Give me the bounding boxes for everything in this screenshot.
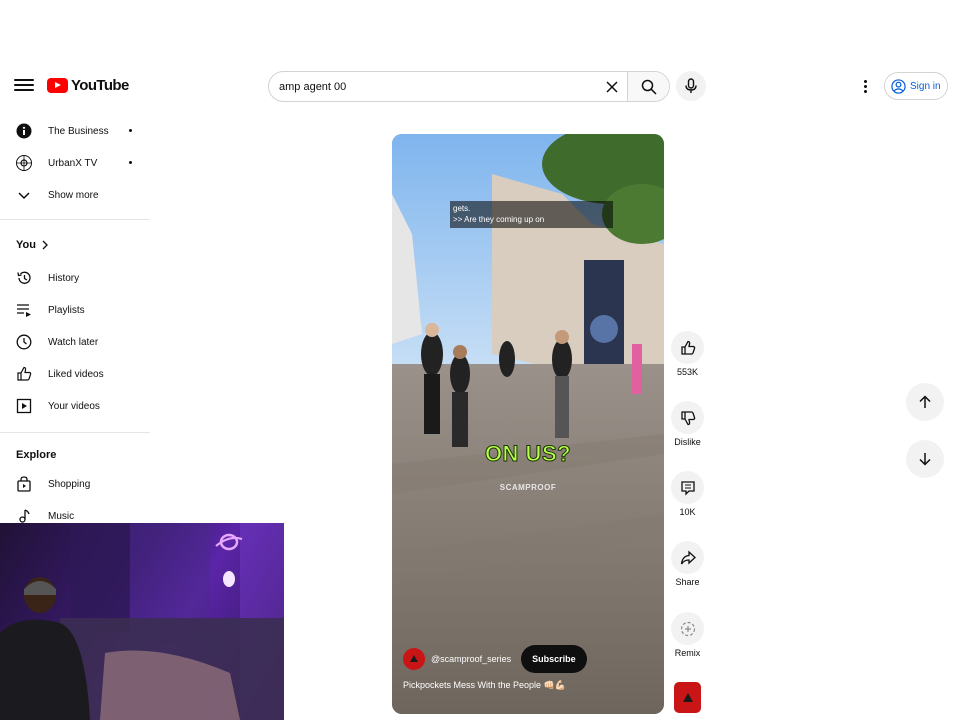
subscribe-button[interactable]: Subscribe xyxy=(521,645,587,673)
webcam-scene-image xyxy=(0,523,284,720)
sidebar-divider xyxy=(0,219,150,220)
subtitle-line: gets. xyxy=(453,204,471,213)
info-icon xyxy=(16,123,32,139)
arrow-down-icon xyxy=(919,453,931,466)
search-button[interactable] xyxy=(627,72,669,101)
like-action: 553K xyxy=(671,331,704,377)
comments-button[interactable] xyxy=(671,471,704,504)
remix-icon xyxy=(680,621,695,636)
search-icon xyxy=(641,79,657,95)
thumbs-up-icon xyxy=(680,340,695,355)
new-content-dot xyxy=(129,161,132,164)
remix-label: Remix xyxy=(674,648,701,658)
channel-name-link[interactable]: @scamproof_series xyxy=(431,654,511,664)
sidebar-divider xyxy=(0,432,150,433)
more-options-icon[interactable] xyxy=(855,76,875,96)
channel-row: @scamproof_series Subscribe xyxy=(403,645,587,673)
subtitle-line: >> Are they coming up on xyxy=(453,215,545,224)
sidebar-item-history[interactable]: History xyxy=(16,268,79,288)
like-button[interactable] xyxy=(671,331,704,364)
sidebar-item-urbanx-tv[interactable]: UrbanX TV xyxy=(16,153,97,173)
dislike-button[interactable] xyxy=(671,401,704,434)
sidebar-item-label: Playlists xyxy=(48,304,85,316)
music-note-icon xyxy=(16,508,32,524)
comment-count: 10K xyxy=(679,507,696,517)
sidebar-item-the-business[interactable]: The Business xyxy=(16,121,109,141)
arrow-up-icon xyxy=(919,395,931,408)
microphone-icon xyxy=(685,78,697,93)
clear-search-button[interactable] xyxy=(597,72,627,101)
logo-text: YouTube xyxy=(71,77,129,94)
like-count: 553K xyxy=(676,367,699,377)
chevron-right-icon xyxy=(42,240,48,250)
sidebar-show-more[interactable]: Show more xyxy=(16,185,99,205)
new-content-dot xyxy=(129,129,132,132)
account-icon xyxy=(891,78,906,94)
thumbs-down-icon xyxy=(680,410,695,425)
playlists-icon xyxy=(16,302,32,318)
sign-in-button[interactable]: Sign in xyxy=(884,72,948,100)
sign-in-label: Sign in xyxy=(910,80,941,92)
sound-thumbnail[interactable] xyxy=(674,682,701,713)
you-heading-label: You xyxy=(16,239,36,251)
remix-action: Remix xyxy=(671,612,704,658)
sidebar-item-label: UrbanX TV xyxy=(48,157,98,169)
share-label: Share xyxy=(675,577,700,587)
chevron-down-icon xyxy=(16,187,32,203)
dislike-label: Dislike xyxy=(674,437,701,447)
channel-avatar[interactable] xyxy=(403,648,425,670)
share-icon xyxy=(680,550,696,564)
youtube-logo[interactable]: YouTube xyxy=(47,77,129,94)
sidebar-item-label: Music xyxy=(48,510,75,522)
menu-icon[interactable] xyxy=(14,76,34,96)
channel-logo-icon xyxy=(410,655,418,662)
close-icon xyxy=(606,80,618,93)
clock-icon xyxy=(16,334,32,350)
youtube-play-icon xyxy=(47,78,68,93)
explore-heading: Explore xyxy=(16,449,57,461)
video-overlay-text: ON US? xyxy=(484,441,572,467)
shopping-bag-icon xyxy=(16,476,32,492)
comments-action: 10K xyxy=(671,471,704,517)
sidebar-item-label: Liked videos xyxy=(48,368,104,380)
next-short-button[interactable] xyxy=(906,440,944,478)
show-more-label: Show more xyxy=(48,189,99,201)
voice-search-button[interactable] xyxy=(676,71,706,101)
webcam-overlay xyxy=(0,523,284,720)
previous-short-button[interactable] xyxy=(906,383,944,421)
sidebar-item-watch-later[interactable]: Watch later xyxy=(16,332,98,352)
sidebar-item-playlists[interactable]: Playlists xyxy=(16,300,85,320)
sidebar-item-liked-videos[interactable]: Liked videos xyxy=(16,364,104,384)
sidebar-item-label: Your videos xyxy=(48,400,100,412)
play-square-icon xyxy=(16,398,32,414)
share-button[interactable] xyxy=(671,541,704,574)
sidebar-item-label: History xyxy=(48,272,80,284)
share-action: Share xyxy=(671,541,704,587)
you-section-heading[interactable]: You xyxy=(16,239,49,251)
subtitle-box: gets. >> Are they coming up on xyxy=(450,201,613,228)
remix-button[interactable] xyxy=(671,612,704,645)
sidebar-item-your-videos[interactable]: Your videos xyxy=(16,396,100,416)
short-title[interactable]: Pickpockets Mess With the People 👊🏻💪🏻 xyxy=(403,680,566,691)
youtube-shorts-page: YouTube Sign in xyxy=(0,0,960,720)
sidebar-item-label: Shopping xyxy=(48,478,91,490)
channel-logo-icon xyxy=(682,692,693,702)
sidebar-item-label: The Business xyxy=(48,125,109,137)
search-box xyxy=(268,71,670,102)
video-watermark: SCAMPROOF xyxy=(499,483,557,492)
history-icon xyxy=(16,270,32,286)
dislike-action: Dislike xyxy=(671,401,704,447)
sidebar-item-shopping[interactable]: Shopping xyxy=(16,474,90,494)
search-input[interactable] xyxy=(269,72,597,101)
channel-avatar-icon xyxy=(16,155,32,171)
comment-icon xyxy=(680,480,695,496)
thumbs-up-icon xyxy=(16,366,32,382)
sidebar-item-label: Watch later xyxy=(48,336,99,348)
